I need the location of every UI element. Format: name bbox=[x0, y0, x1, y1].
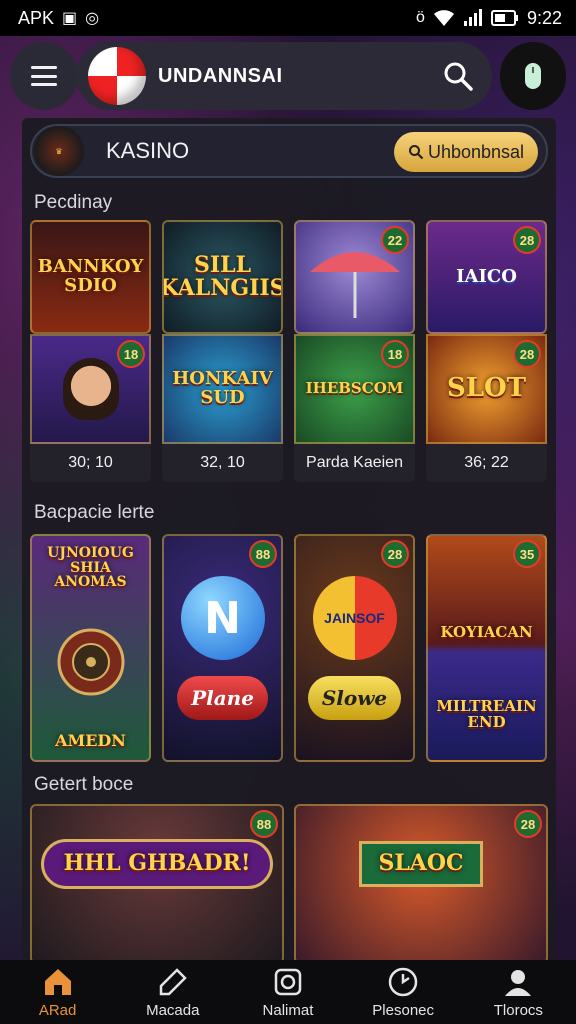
game-grid: BANNKOY SDIO SILL KALNGIIS 22 IAICO 28 1… bbox=[30, 220, 547, 482]
game-card-title: KOYIACAN bbox=[440, 623, 533, 642]
game-badge: 18 bbox=[117, 340, 145, 368]
main-panel: ♛ KASINO Uhbonbnsal Pecdinay BANNKOY SDI… bbox=[22, 118, 556, 960]
nav-item-tag[interactable]: Macada bbox=[118, 966, 228, 1019]
game-card[interactable]: 18 bbox=[30, 334, 151, 444]
notification-icon: ▣ bbox=[62, 10, 78, 27]
status-left-text: APK bbox=[18, 7, 55, 28]
user-icon bbox=[505, 969, 532, 996]
signal-icon bbox=[463, 9, 482, 26]
square-icon bbox=[274, 968, 302, 995]
nav-item-square[interactable]: Nalimat bbox=[233, 966, 343, 1019]
game-badge: 22 bbox=[381, 226, 409, 254]
game-card-title: BANNKOY SDIO bbox=[37, 256, 144, 296]
home-icon bbox=[44, 968, 71, 995]
game-grid: UJNOIOUG SHIA ANOMAS AMEDN N Plane 88 JA… bbox=[30, 534, 547, 762]
nav-label: ARad bbox=[38, 1001, 77, 1019]
game-badge: 28 bbox=[513, 340, 541, 368]
app-notification-icon: ◎ bbox=[85, 10, 100, 27]
hamburger-icon bbox=[31, 66, 57, 86]
roulette-icon bbox=[57, 628, 124, 696]
search-icon bbox=[408, 145, 424, 160]
app-logo bbox=[88, 47, 146, 105]
header-title-bar: UNDANNSAI bbox=[76, 42, 492, 110]
section-title: Pecdinay bbox=[34, 192, 113, 213]
game-badge: 28 bbox=[513, 226, 541, 254]
nav-label: Tlorocs bbox=[493, 1001, 543, 1019]
game-card-title: HHL GHBADR! bbox=[40, 839, 274, 889]
game-card[interactable]: BANNKOY SDIO bbox=[30, 220, 151, 334]
game-card[interactable]: 22 bbox=[294, 220, 415, 334]
game-badge: 18 bbox=[381, 340, 409, 368]
game-badge: 88 bbox=[249, 540, 277, 568]
app-header: UNDANNSAI bbox=[10, 42, 566, 112]
game-badge: 28 bbox=[514, 810, 542, 838]
game-card[interactable]: SILL KALNGIIS bbox=[162, 220, 283, 334]
nav-item-home[interactable]: ARad bbox=[3, 966, 113, 1019]
game-card-title: SILL KALNGIIS bbox=[162, 251, 283, 301]
game-card-subtitle: MILTREAIN END bbox=[436, 697, 537, 732]
game-orb: N bbox=[180, 576, 265, 660]
wifi-icon bbox=[433, 10, 454, 26]
game-card-subtitle: Plane bbox=[177, 676, 268, 720]
game-card[interactable]: JAINSOF Slowe 28 bbox=[294, 534, 415, 762]
game-caption: 30; 10 bbox=[30, 444, 151, 482]
game-card-subtitle: AMEDN bbox=[55, 731, 126, 751]
game-grid: HHL GHBADR! 88 SLAOC 28 bbox=[30, 804, 548, 960]
alarm-icon: ö bbox=[416, 9, 425, 26]
game-orb: JAINSOF bbox=[312, 576, 397, 660]
section-title: Bacpacie lerte bbox=[34, 502, 155, 523]
game-card-title: SLOT bbox=[446, 373, 527, 404]
status-time: 9:22 bbox=[526, 7, 562, 28]
game-card[interactable]: HONKAIV SUD bbox=[162, 334, 283, 444]
nav-label: Macada bbox=[146, 1001, 200, 1019]
nav-item-clock[interactable]: Plesonec bbox=[348, 966, 458, 1019]
game-card[interactable]: IHEBSCOM 18 bbox=[294, 334, 415, 444]
game-card[interactable]: UJNOIOUG SHIA ANOMAS AMEDN bbox=[30, 534, 151, 762]
game-card[interactable]: KOYIACAN MILTREAIN END 35 bbox=[426, 534, 547, 762]
game-badge: 88 bbox=[250, 810, 278, 838]
casino-logo: ♛ bbox=[34, 126, 84, 176]
mouse-button[interactable] bbox=[500, 42, 566, 110]
game-card-title: UJNOIOUG SHIA ANOMAS bbox=[47, 545, 134, 591]
game-card[interactable]: SLOT 28 bbox=[426, 334, 547, 444]
nav-label: Nalimat bbox=[262, 1001, 314, 1019]
game-card-title: HONKAIV SUD bbox=[172, 368, 273, 408]
battery-icon bbox=[490, 10, 518, 26]
nav-label: Plesonec bbox=[372, 1001, 435, 1019]
nav-item-user[interactable]: Tlorocs bbox=[463, 966, 573, 1019]
game-caption: Parda Kaeien bbox=[294, 444, 415, 482]
character-portrait bbox=[62, 358, 119, 420]
game-badge: 28 bbox=[381, 540, 409, 568]
section-title: Getert boce bbox=[34, 774, 134, 795]
game-caption: 36; 22 bbox=[426, 444, 547, 482]
tag-icon bbox=[159, 967, 187, 995]
mouse-icon bbox=[525, 63, 541, 89]
game-badge: 35 bbox=[513, 540, 541, 568]
game-card-subtitle: Slowe bbox=[307, 676, 402, 720]
game-card[interactable]: IAICO 28 bbox=[426, 220, 547, 334]
search-icon[interactable] bbox=[442, 60, 474, 92]
app-title: UNDANNSAI bbox=[158, 64, 283, 87]
game-card-title: N bbox=[204, 592, 241, 644]
bottom-nav: ARad Macada Nalimat Plesonec Tlorocs bbox=[0, 960, 576, 1024]
game-card-title: IAICO bbox=[456, 265, 517, 287]
game-caption: 32, 10 bbox=[162, 444, 283, 482]
game-card[interactable]: N Plane 88 bbox=[162, 534, 283, 762]
game-card[interactable]: HHL GHBADR! 88 bbox=[30, 804, 284, 960]
game-card-title: IHEBSCOM bbox=[305, 379, 404, 398]
game-card-title: JAINSOF bbox=[324, 610, 385, 626]
status-bar: APK ▣ ◎ ö 9:22 bbox=[0, 0, 576, 36]
game-card-title: SLAOC bbox=[359, 841, 483, 887]
game-card[interactable]: SLAOC 28 bbox=[294, 804, 548, 960]
casino-search-button[interactable]: Uhbonbnsal bbox=[394, 132, 538, 172]
clock-icon bbox=[388, 967, 418, 996]
casino-bar: ♛ KASINO Uhbonbnsal bbox=[30, 124, 548, 178]
casino-button-label: Uhbonbnsal bbox=[427, 141, 525, 162]
menu-button[interactable] bbox=[10, 42, 78, 110]
casino-label: KASINO bbox=[106, 138, 190, 163]
